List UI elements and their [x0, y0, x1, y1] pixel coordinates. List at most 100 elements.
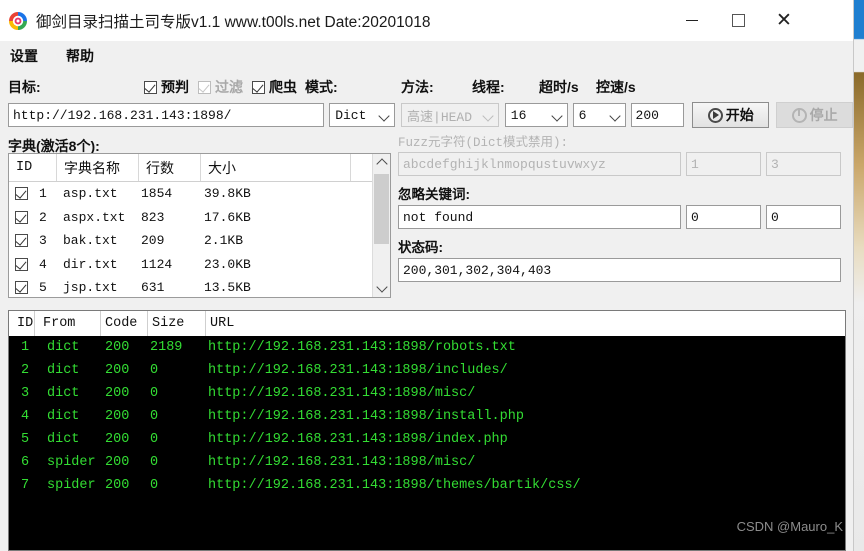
result-code: 200	[105, 478, 130, 493]
checkbox-filter-box	[198, 80, 211, 94]
ignore-row: not found 0 0	[398, 205, 846, 229]
result-row[interactable]: 2 dict 200 0 http://192.168.231.143:1898…	[9, 359, 845, 382]
timeout-select-value: 6	[578, 107, 587, 123]
result-from: dict	[47, 340, 80, 355]
threads-select-value: 16	[510, 107, 527, 123]
result-row[interactable]: 1 dict 200 2189 http://192.168.231.143:1…	[9, 336, 845, 359]
maximize-icon	[731, 14, 745, 27]
dictionary-row-name: dir.txt	[63, 256, 118, 272]
result-code: 200	[105, 363, 130, 378]
results-col-id[interactable]: ID	[9, 311, 35, 336]
scrollbar-thumb[interactable]	[374, 174, 389, 244]
results-header-row: ID From Code Size URL	[9, 311, 845, 336]
menu-bar: 设置 帮助	[0, 41, 853, 71]
checkbox-filter-label: 过滤	[215, 79, 243, 95]
dictionary-row[interactable]: 4 dir.txt 1124 23.0KB	[9, 253, 390, 277]
chevron-down-icon	[482, 110, 494, 122]
dictionary-col-name[interactable]: 字典名称	[57, 154, 139, 181]
ignore-max-input[interactable]: 0	[766, 205, 841, 229]
result-row[interactable]: 6 spider 200 0 http://192.168.231.143:18…	[9, 451, 845, 474]
results-col-from[interactable]: From	[35, 311, 101, 336]
result-url[interactable]: http://192.168.231.143:1898/misc/	[206, 455, 475, 470]
result-size: 2189	[150, 340, 183, 355]
dictionary-row-id: 4	[39, 256, 47, 272]
menu-item-help[interactable]: 帮助	[66, 46, 94, 66]
dictionary-row-id: 3	[39, 233, 47, 249]
result-url[interactable]: http://192.168.231.143:1898/misc/	[206, 386, 475, 401]
checkbox-spider-label: 爬虫	[269, 79, 297, 95]
status-codes-label: 状态码:	[398, 240, 443, 255]
results-table[interactable]: ID From Code Size URL 1 dict 200 2189 ht…	[8, 310, 846, 551]
dictionary-row-lines: 209	[141, 233, 165, 249]
dictionary-row[interactable]: 5 jsp.txt 631 13.5KB	[9, 276, 390, 297]
maximize-button[interactable]	[715, 0, 761, 41]
checkbox-prejudge[interactable]: 预判	[144, 77, 189, 97]
dictionary-col-lines[interactable]: 行数	[139, 154, 201, 181]
window-title: 御剑目录扫描土司专版v1.1 www.t00ls.net Date:202010…	[36, 13, 431, 31]
result-url[interactable]: http://192.168.231.143:1898/themes/barti…	[206, 478, 581, 493]
dictionary-row[interactable]: 3 bak.txt 209 2.1KB	[9, 229, 390, 253]
result-row[interactable]: 3 dict 200 0 http://192.168.231.143:1898…	[9, 382, 845, 405]
dictionary-row-name: jsp.txt	[63, 280, 118, 296]
dictionary-row[interactable]: 1 asp.txt 1854 39.8KB	[9, 182, 390, 206]
mode-select[interactable]: Dict	[329, 103, 396, 127]
dictionary-row-checkbox[interactable]	[9, 281, 39, 295]
result-url[interactable]: http://192.168.231.143:1898/includes/	[206, 363, 508, 378]
minimize-icon	[686, 19, 698, 22]
scroll-down-button[interactable]	[373, 280, 390, 297]
result-id: 7	[21, 478, 30, 493]
checkbox-spider[interactable]: 爬虫	[252, 77, 297, 97]
dictionary-row-size: 39.8KB	[204, 186, 251, 202]
dictionary-row-checkbox[interactable]	[9, 234, 39, 248]
result-row[interactable]: 7 spider 200 0 http://192.168.231.143:18…	[9, 474, 845, 497]
results-col-url[interactable]: URL	[206, 311, 806, 336]
threads-select[interactable]: 16	[504, 103, 568, 127]
dictionary-scrollbar[interactable]	[372, 154, 390, 297]
menu-item-settings[interactable]: 设置	[10, 46, 38, 66]
result-url[interactable]: http://192.168.231.143:1898/install.php	[206, 409, 524, 424]
results-col-size[interactable]: Size	[148, 311, 206, 336]
ignore-label: 忽略关键词:	[398, 187, 470, 202]
result-from: dict	[47, 363, 80, 378]
fuzz-min-input: 1	[686, 152, 761, 176]
start-button[interactable]: 开始	[692, 102, 770, 128]
result-row[interactable]: 5 dict 200 0 http://192.168.231.143:1898…	[9, 428, 845, 451]
dictionary-row-name: aspx.txt	[63, 209, 126, 225]
result-from: dict	[47, 409, 80, 424]
result-row[interactable]: 4 dict 200 0 http://192.168.231.143:1898…	[9, 405, 845, 428]
result-url[interactable]: http://192.168.231.143:1898/robots.txt	[206, 340, 516, 355]
result-url[interactable]: http://192.168.231.143:1898/index.php	[206, 432, 508, 447]
speed-input[interactable]: 200	[630, 103, 685, 127]
status-codes-input[interactable]: 200,301,302,304,403	[398, 258, 841, 282]
result-size: 0	[150, 478, 159, 493]
dictionary-row-checkbox[interactable]	[9, 210, 39, 224]
results-col-code[interactable]: Code	[101, 311, 148, 336]
scroll-up-button[interactable]	[373, 154, 390, 171]
dictionary-row-checkbox[interactable]	[9, 257, 39, 271]
dictionary-row-size: 17.6KB	[204, 209, 251, 225]
dictionary-list[interactable]: ID 字典名称 行数 大小 1 asp.txt 1854 39.8KB 2 as…	[8, 153, 391, 298]
result-id: 1	[21, 340, 30, 355]
dictionary-row-id: 1	[39, 186, 47, 202]
result-size: 0	[150, 386, 159, 401]
result-from: spider	[47, 455, 96, 470]
fuzz-row: abcdefghijklnmopqustuvwxyz 1 3	[398, 152, 846, 176]
chevron-down-icon	[378, 110, 390, 122]
target-input[interactable]: http://192.168.231.143:1898/	[8, 103, 325, 127]
dictionary-col-id[interactable]: ID	[9, 154, 57, 181]
ignore-min-input[interactable]: 0	[686, 205, 761, 229]
dictionary-row-checkbox[interactable]	[9, 187, 39, 201]
dictionary-row-size: 2.1KB	[204, 233, 244, 249]
result-from: spider	[47, 478, 96, 493]
dictionary-row-id: 2	[39, 209, 47, 225]
result-from: dict	[47, 386, 80, 401]
dictionary-col-size[interactable]: 大小	[201, 154, 351, 181]
dictionary-row[interactable]: 2 aspx.txt 823 17.6KB	[9, 206, 390, 230]
ignore-keyword-input[interactable]: not found	[398, 205, 681, 229]
timeout-select[interactable]: 6	[572, 103, 626, 127]
close-button[interactable]: ✕	[761, 0, 807, 41]
chevron-up-icon	[375, 158, 388, 170]
minimize-button[interactable]	[669, 0, 715, 41]
result-id: 3	[21, 386, 30, 401]
chevron-down-icon	[608, 110, 621, 122]
